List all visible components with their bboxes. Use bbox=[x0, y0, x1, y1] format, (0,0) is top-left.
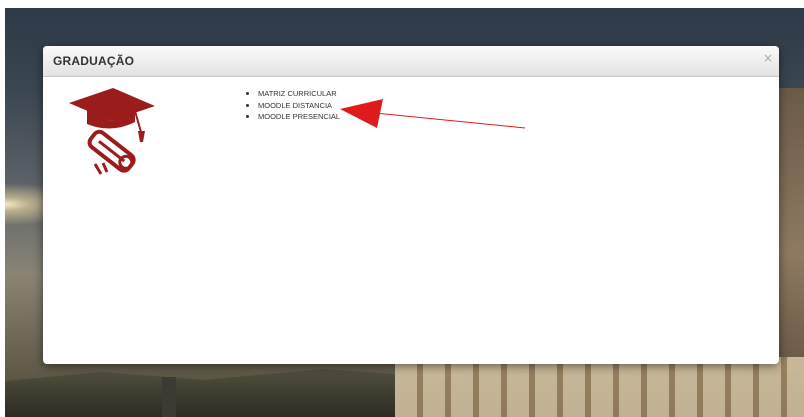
list-item: MATRIZ CURRICULAR bbox=[243, 88, 340, 100]
modal-header: GRADUAÇÃO × bbox=[43, 46, 779, 77]
graduation-cap-diploma-icon bbox=[69, 88, 155, 175]
modal-title: GRADUAÇÃO bbox=[53, 54, 135, 68]
graduacao-modal: GRADUAÇÃO × MATRIZ CURRICULAR MOODLE DIS… bbox=[43, 46, 779, 364]
link-matriz-curricular[interactable]: MATRIZ CURRICULAR bbox=[258, 89, 337, 98]
background-building-bottom bbox=[395, 357, 804, 417]
link-moodle-presencial[interactable]: MOODLE PRESENCIAL bbox=[258, 112, 340, 121]
red-arrow-annotation bbox=[340, 99, 526, 129]
list-item: MOODLE PRESENCIAL bbox=[243, 111, 340, 123]
link-list: MATRIZ CURRICULAR MOODLE DISTANCIA MOODL… bbox=[243, 88, 340, 123]
close-button[interactable]: × bbox=[763, 51, 773, 65]
background-church-tower bbox=[162, 377, 176, 417]
link-moodle-distancia[interactable]: MOODLE DISTANCIA bbox=[258, 101, 332, 110]
list-item: MOODLE DISTANCIA bbox=[243, 100, 340, 112]
